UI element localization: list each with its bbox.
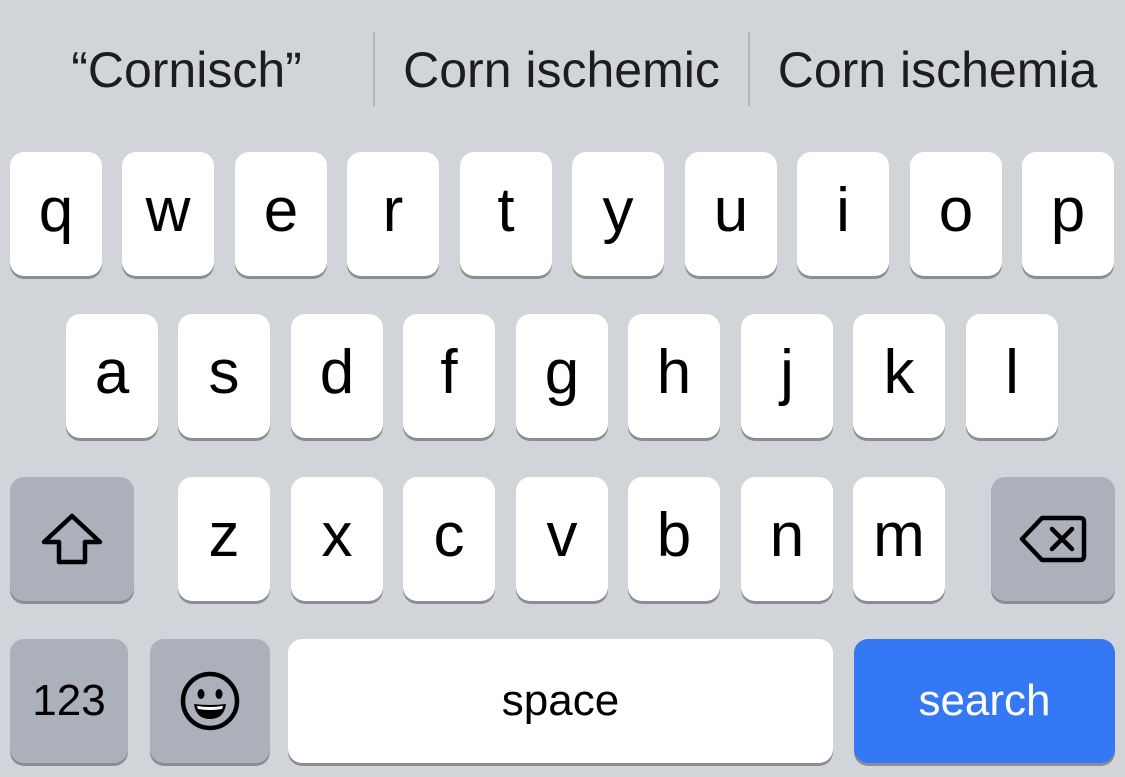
key-label: r [382,176,404,245]
key-k[interactable]: k [853,314,945,438]
key-a[interactable]: a [66,314,158,438]
key-label: j [780,338,794,407]
key-label: h [656,338,692,407]
key-g[interactable]: g [516,314,608,438]
key-x[interactable]: x [291,477,383,601]
key-label: o [938,176,974,245]
key-label: t [497,176,515,245]
space-key-label: space [501,676,620,725]
suggestion-item[interactable]: Corn ischemic [375,30,748,110]
key-j[interactable]: j [741,314,833,438]
key-v[interactable]: v [516,477,608,601]
key-s[interactable]: s [178,314,270,438]
key-q[interactable]: q [10,152,102,276]
key-o[interactable]: o [910,152,1002,276]
key-r[interactable]: r [347,152,439,276]
suggestion-item[interactable]: Corn ischemia [750,30,1125,110]
key-label: g [544,338,580,407]
shift-icon [39,512,105,566]
key-z[interactable]: z [178,477,270,601]
key-label: d [319,338,355,407]
key-n[interactable]: n [741,477,833,601]
delete-icon [1018,512,1088,566]
key-w[interactable]: w [122,152,214,276]
numbers-key[interactable]: 123 [10,639,128,763]
search-key-label: search [918,676,1051,725]
key-c[interactable]: c [403,477,495,601]
numbers-key-label: 123 [32,676,106,725]
key-label: b [656,501,692,570]
key-e[interactable]: e [235,152,327,276]
shift-key[interactable] [10,477,134,601]
key-h[interactable]: h [628,314,720,438]
suggestion-bar: “Cornisch” Corn ischemic Corn ischemia [0,0,1125,140]
keyboard: “Cornisch” Corn ischemic Corn ischemia q… [0,0,1125,777]
space-key[interactable]: space [288,639,833,763]
emoji-icon [179,670,241,732]
key-label: w [145,176,191,245]
key-label: l [1005,338,1019,407]
key-label: k [883,338,915,407]
key-y[interactable]: y [572,152,664,276]
key-label: n [769,501,805,570]
key-label: c [433,501,465,570]
key-b[interactable]: b [628,477,720,601]
key-label: s [208,338,240,407]
key-m[interactable]: m [853,477,945,601]
search-key[interactable]: search [854,639,1115,763]
key-label: f [440,338,458,407]
key-i[interactable]: i [797,152,889,276]
key-l[interactable]: l [966,314,1058,438]
key-label: q [38,176,74,245]
key-label: m [873,501,925,570]
suggestion-item[interactable]: “Cornisch” [0,30,373,110]
key-u[interactable]: u [685,152,777,276]
key-label: z [208,501,240,570]
key-d[interactable]: d [291,314,383,438]
key-t[interactable]: t [460,152,552,276]
key-label: a [94,338,130,407]
key-label: v [546,501,578,570]
key-label: y [602,176,634,245]
emoji-key[interactable] [150,639,270,763]
key-label: u [713,176,749,245]
delete-key[interactable] [991,477,1115,601]
key-label: e [263,176,299,245]
key-p[interactable]: p [1022,152,1114,276]
key-f[interactable]: f [403,314,495,438]
key-label: i [836,176,850,245]
key-label: x [321,501,353,570]
key-label: p [1050,176,1086,245]
